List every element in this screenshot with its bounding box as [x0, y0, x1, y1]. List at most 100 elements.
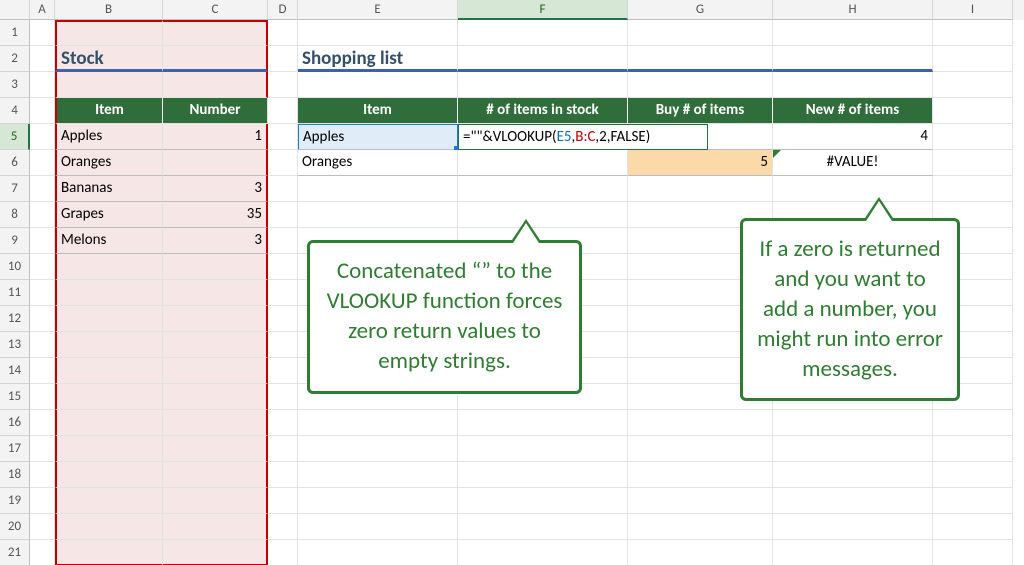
cell[interactable]	[933, 514, 1013, 540]
cell[interactable]	[163, 540, 268, 565]
shopping-head-stock[interactable]: # of items in stock	[458, 98, 628, 124]
cell[interactable]	[628, 514, 773, 540]
cell[interactable]	[30, 306, 55, 332]
cell[interactable]	[773, 540, 933, 565]
cell[interactable]	[628, 410, 773, 436]
cell[interactable]	[55, 332, 163, 358]
row-header-3[interactable]: 3	[0, 72, 30, 98]
cell[interactable]	[163, 280, 268, 306]
cell[interactable]	[773, 176, 933, 202]
cell[interactable]	[268, 462, 298, 488]
stock-number[interactable]: 3	[163, 176, 268, 202]
cell[interactable]	[30, 20, 55, 46]
cell[interactable]	[55, 358, 163, 384]
cell[interactable]	[30, 488, 55, 514]
row-header-13[interactable]: 13	[0, 332, 30, 358]
cell[interactable]	[30, 462, 55, 488]
cell[interactable]	[30, 254, 55, 280]
col-header-F[interactable]: F	[458, 0, 628, 20]
cell[interactable]	[268, 228, 298, 254]
shopping-buy[interactable]: 5	[628, 150, 773, 176]
cell[interactable]	[773, 410, 933, 436]
shopping-head-new[interactable]: New # of items	[773, 98, 933, 124]
cell[interactable]	[30, 410, 55, 436]
cell[interactable]	[458, 202, 628, 228]
cell[interactable]	[458, 540, 628, 565]
cell[interactable]	[298, 410, 458, 436]
cell[interactable]	[30, 280, 55, 306]
cell[interactable]	[268, 202, 298, 228]
cell[interactable]	[933, 20, 1013, 46]
cell[interactable]	[458, 514, 628, 540]
cell[interactable]	[30, 540, 55, 565]
cell[interactable]	[268, 514, 298, 540]
row-header-1[interactable]: 1	[0, 20, 30, 46]
cell[interactable]	[268, 410, 298, 436]
cell[interactable]	[298, 202, 458, 228]
cell[interactable]	[773, 20, 933, 46]
row-header-5[interactable]: 5	[0, 124, 30, 150]
cell[interactable]	[163, 410, 268, 436]
col-header-D[interactable]: D	[268, 0, 298, 20]
cell[interactable]	[933, 98, 1013, 124]
cell[interactable]	[163, 332, 268, 358]
shopping-title[interactable]: Shopping list	[298, 46, 458, 72]
row-header-4[interactable]: 4	[0, 98, 30, 124]
cell[interactable]	[55, 384, 163, 410]
cell[interactable]	[55, 488, 163, 514]
row-header-8[interactable]: 8	[0, 202, 30, 228]
cell[interactable]	[773, 462, 933, 488]
cell[interactable]	[268, 150, 298, 176]
cell[interactable]	[298, 488, 458, 514]
cell[interactable]	[773, 514, 933, 540]
row-header-16[interactable]: 16	[0, 410, 30, 436]
cell[interactable]	[268, 72, 298, 98]
cell[interactable]	[933, 176, 1013, 202]
cell[interactable]	[298, 72, 458, 98]
cell[interactable]	[458, 20, 628, 46]
row-header-7[interactable]: 7	[0, 176, 30, 202]
cell[interactable]	[298, 436, 458, 462]
cell[interactable]	[163, 72, 268, 98]
row-header-17[interactable]: 17	[0, 436, 30, 462]
shopping-new-error[interactable]: #VALUE!	[773, 150, 933, 176]
shopping-item[interactable]: Apples	[298, 124, 458, 150]
cell[interactable]	[298, 514, 458, 540]
cell[interactable]	[163, 436, 268, 462]
cell[interactable]	[933, 488, 1013, 514]
shopping-item[interactable]: Oranges	[298, 150, 458, 176]
stock-number[interactable]: 3	[163, 228, 268, 254]
cell[interactable]	[268, 46, 298, 72]
shopping-head-buy[interactable]: Buy # of items	[628, 98, 773, 124]
cell[interactable]	[268, 176, 298, 202]
cell[interactable]	[628, 462, 773, 488]
cell[interactable]	[163, 384, 268, 410]
stock-number[interactable]: 35	[163, 202, 268, 228]
cell[interactable]	[628, 20, 773, 46]
cell[interactable]	[55, 514, 163, 540]
cell[interactable]	[628, 72, 773, 98]
cell[interactable]	[628, 436, 773, 462]
cell[interactable]	[773, 46, 933, 72]
cell[interactable]	[30, 202, 55, 228]
col-header-H[interactable]: H	[773, 0, 933, 20]
cell[interactable]	[268, 306, 298, 332]
row-header-15[interactable]: 15	[0, 384, 30, 410]
cell[interactable]	[268, 254, 298, 280]
cell[interactable]	[933, 150, 1013, 176]
cell[interactable]	[30, 98, 55, 124]
cell[interactable]	[628, 176, 773, 202]
cell[interactable]	[268, 98, 298, 124]
cell[interactable]	[458, 436, 628, 462]
cell[interactable]	[458, 46, 628, 72]
cell[interactable]	[55, 306, 163, 332]
cell[interactable]	[163, 254, 268, 280]
cell[interactable]	[458, 72, 628, 98]
stock-item[interactable]: Bananas	[55, 176, 163, 202]
cell[interactable]	[30, 150, 55, 176]
cell[interactable]	[933, 462, 1013, 488]
cell[interactable]	[268, 540, 298, 565]
stock-item[interactable]: Apples	[55, 124, 163, 150]
cell[interactable]	[298, 20, 458, 46]
stock-item[interactable]: Melons	[55, 228, 163, 254]
